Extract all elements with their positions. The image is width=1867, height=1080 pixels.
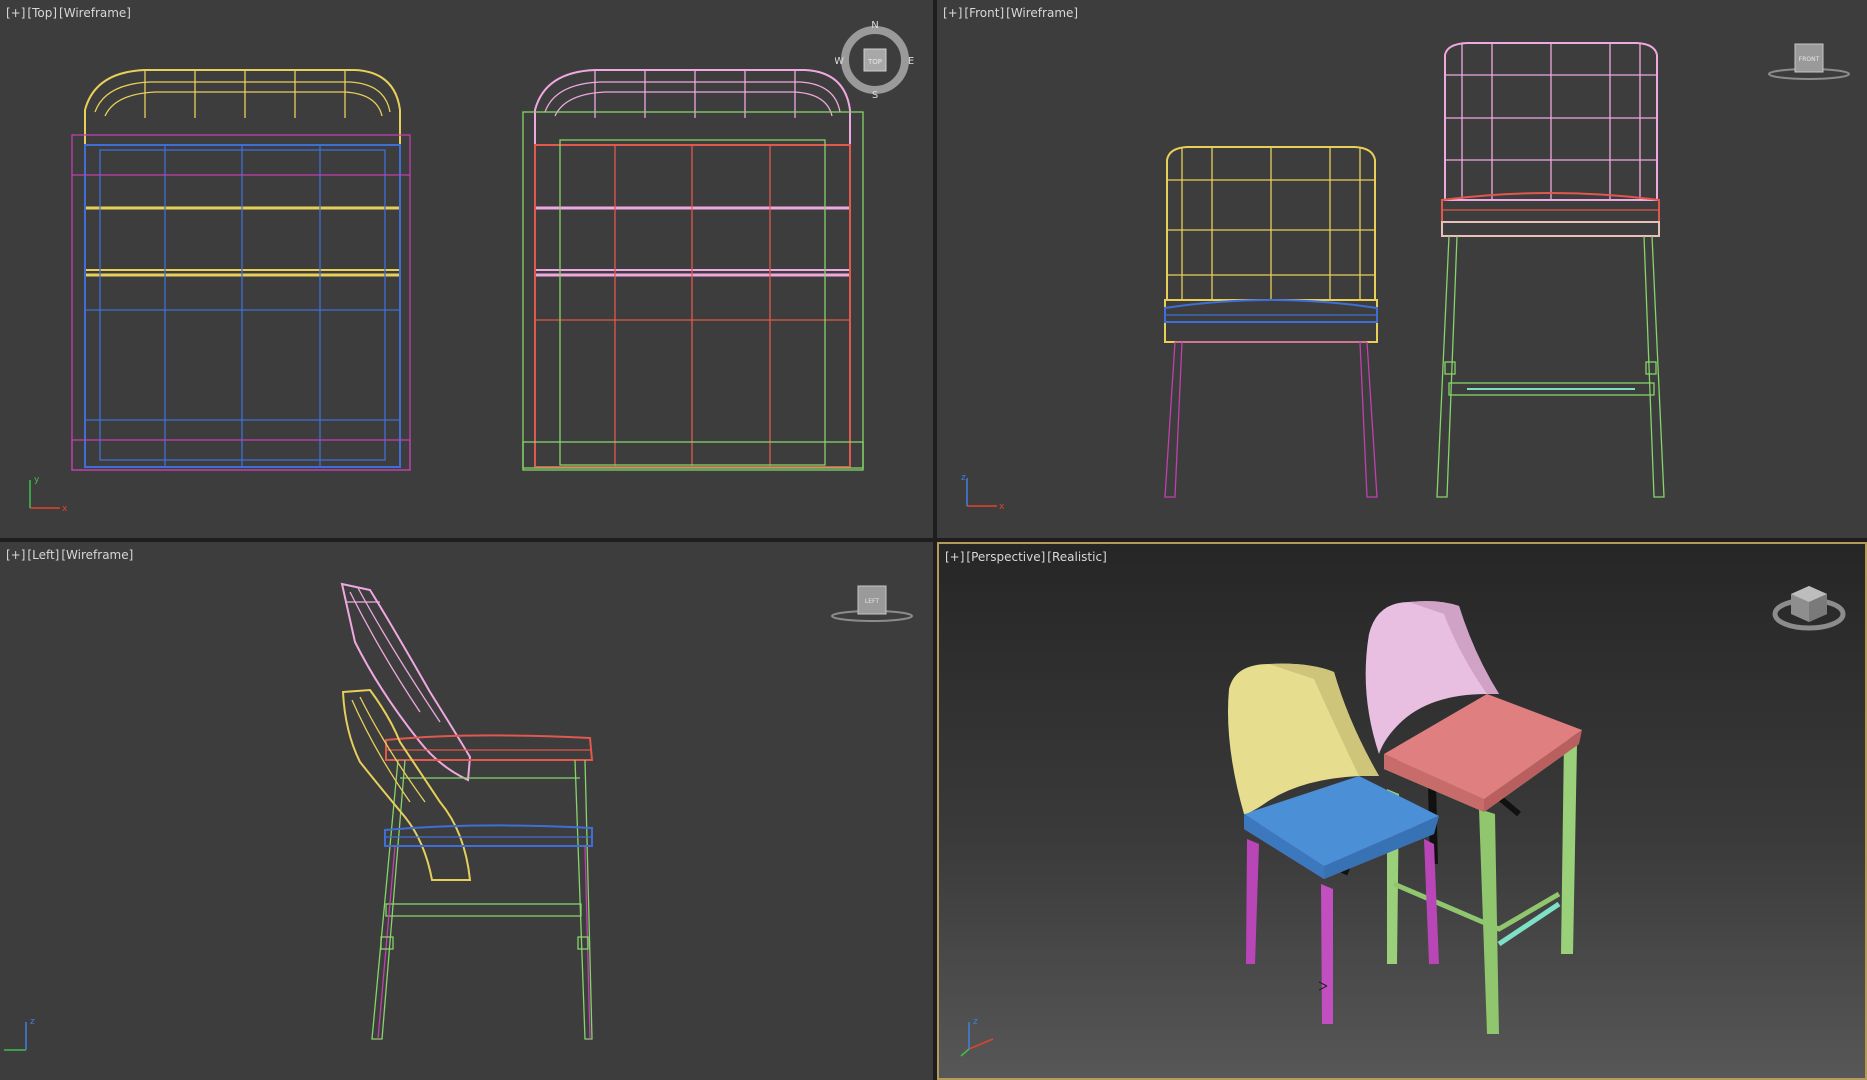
compass-west-label: W: [835, 56, 844, 67]
top-view-wireframes[interactable]: [0, 0, 933, 538]
compass-ring-icon[interactable]: TOP N S E W: [834, 20, 915, 101]
viewcube-icon[interactable]: FRONT: [1767, 40, 1852, 85]
viewcube-icon[interactable]: LEFT: [830, 582, 915, 627]
viewcube-top[interactable]: TOP N S E W: [834, 20, 915, 101]
front-view-wireframes[interactable]: [937, 0, 1867, 538]
viewcube-face-label: LEFT: [865, 598, 879, 605]
viewcube-left[interactable]: LEFT: [830, 582, 915, 627]
axis-tripod-icon: z: [4, 1017, 35, 1051]
viewport-front[interactable]: [+] [Front] [Wireframe] FRONT z x: [937, 0, 1867, 538]
axis-tripod-icon: z: [960, 1017, 994, 1057]
viewport-left[interactable]: [+] [Left] [Wireframe] LEFT z: [0, 542, 933, 1080]
viewcube-face-label: TOP: [867, 58, 882, 66]
axis-z-label: z: [30, 1017, 35, 1027]
axis-z-label: z: [961, 473, 966, 483]
viewcube-front[interactable]: FRONT: [1767, 40, 1852, 85]
viewcube-face-label: FRONT: [1799, 56, 1820, 63]
left-view-wireframes[interactable]: [0, 542, 933, 1080]
viewport-grid: [+] [Top] [Wireframe] TOP N S E W y x [+…: [0, 0, 1867, 1080]
axis-x-label: x: [999, 502, 1005, 512]
axis-x-label: x: [62, 504, 68, 514]
axis-z-label: z: [973, 1017, 978, 1027]
compass-south-label: S: [872, 90, 878, 100]
viewport-perspective[interactable]: [+] [Perspective] [Realistic] z: [937, 542, 1867, 1080]
axis-tripod-icon: y x: [29, 475, 68, 514]
compass-north-label: N: [871, 20, 878, 31]
viewcube-perspective[interactable]: [1769, 574, 1849, 634]
viewcube-icon[interactable]: [1769, 574, 1849, 634]
compass-east-label: E: [908, 56, 914, 67]
viewport-top[interactable]: [+] [Top] [Wireframe] TOP N S E W y x: [0, 0, 933, 538]
perspective-render[interactable]: [939, 544, 1865, 1078]
axis-y-label: y: [34, 475, 40, 485]
axis-tripod-icon: z x: [961, 473, 1005, 512]
